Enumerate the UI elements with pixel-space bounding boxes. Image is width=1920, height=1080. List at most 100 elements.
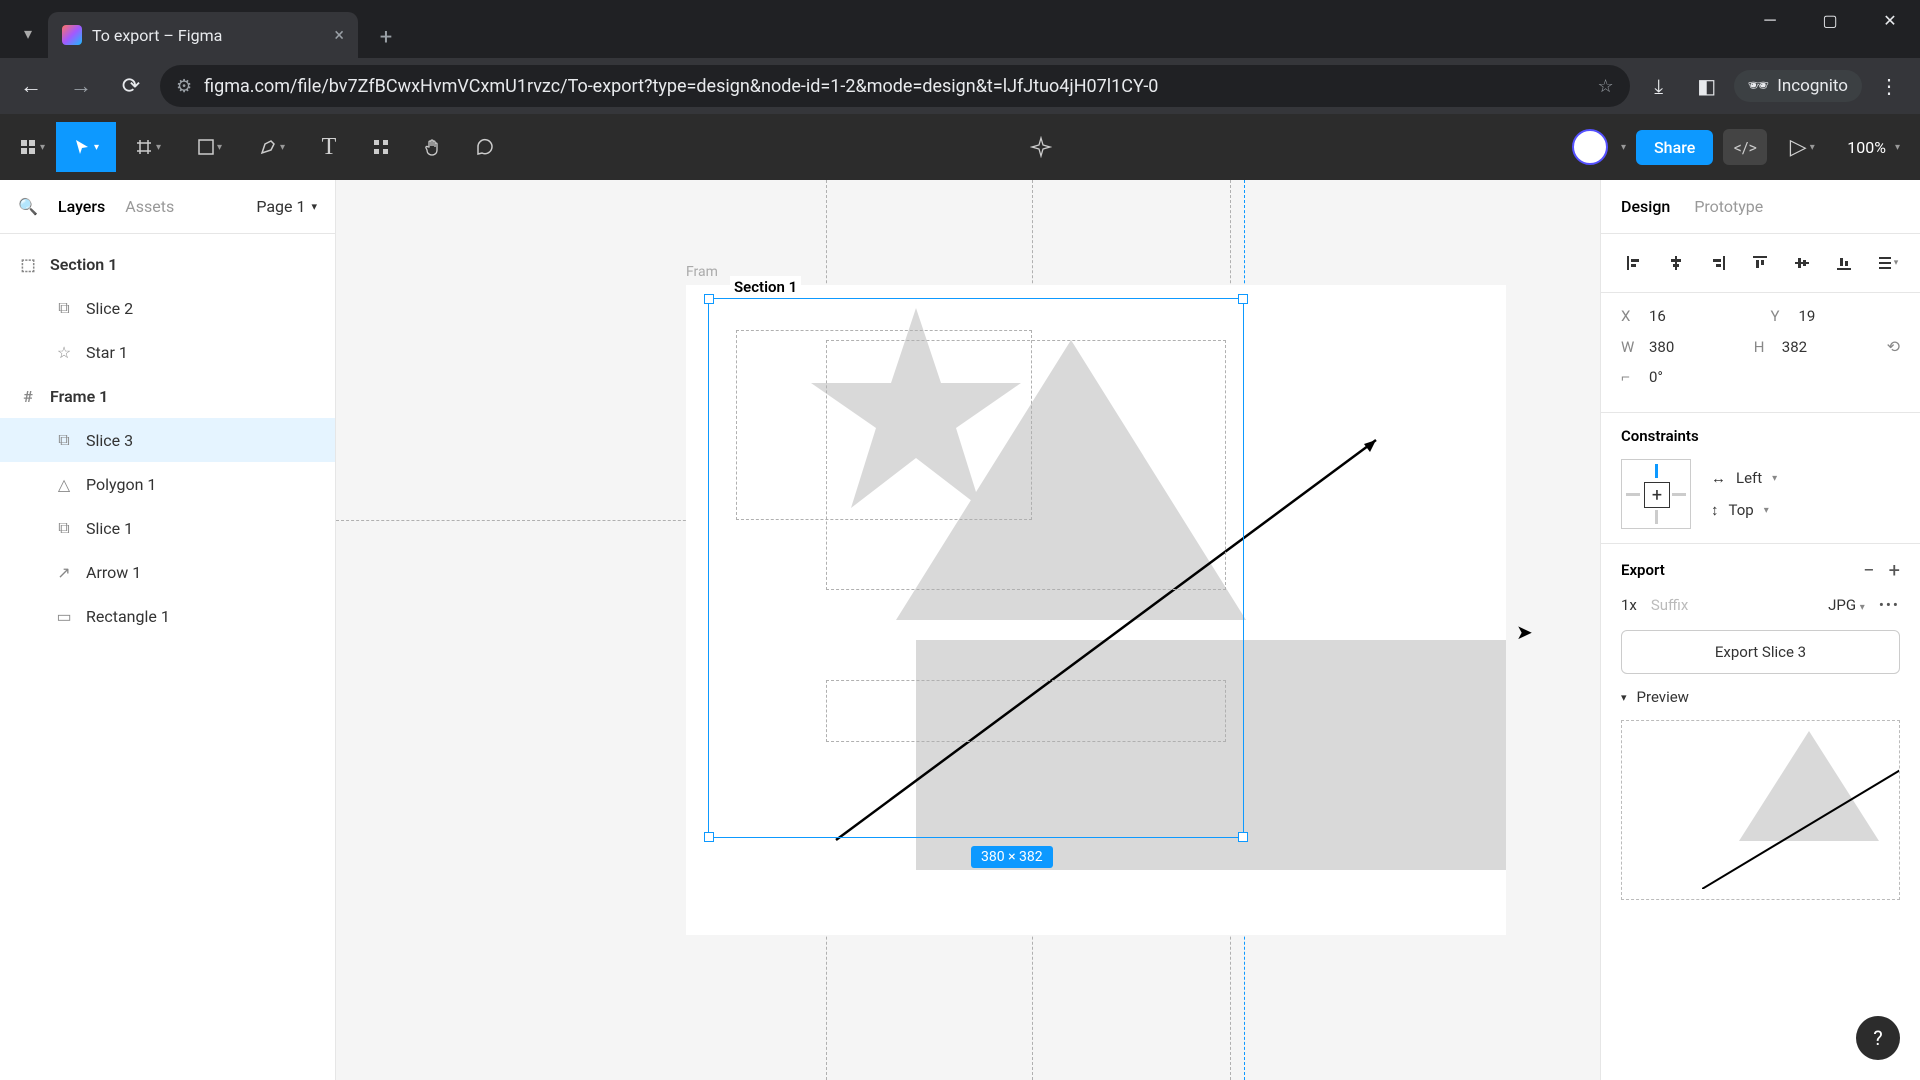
hand-tool[interactable] (408, 122, 458, 172)
align-bottom-button[interactable] (1827, 246, 1861, 280)
arrow-icon: ↗ (54, 562, 74, 582)
align-right-button[interactable] (1701, 246, 1735, 280)
move-tool[interactable]: ▾ (56, 122, 116, 172)
export-format-select[interactable]: JPG ▾ (1828, 596, 1865, 614)
star-icon: ☆ (54, 342, 74, 362)
export-suffix-input[interactable]: Suffix (1651, 596, 1814, 614)
minimize-window-button[interactable]: ─ (1740, 0, 1800, 40)
export-scale-select[interactable]: 1x (1621, 596, 1637, 614)
layer-slice2[interactable]: ⧉ Slice 2 (0, 286, 335, 330)
add-export-button[interactable]: + (1889, 558, 1900, 582)
present-button[interactable]: ▷▾ (1777, 122, 1827, 172)
resize-handle-tr[interactable] (1238, 294, 1248, 304)
downloads-icon[interactable]: ⤓ (1638, 65, 1680, 107)
rotation-field[interactable]: ⌐ 0° (1621, 368, 1900, 386)
link-dimensions-icon[interactable]: ⟲ (1887, 337, 1900, 356)
layer-slice3[interactable]: ⧉ Slice 3 (0, 418, 335, 462)
angle-icon: ⌐ (1621, 368, 1639, 386)
incognito-icon: 🕶 (1748, 76, 1770, 96)
user-avatar[interactable] (1572, 129, 1608, 165)
side-panel-icon[interactable]: ◧ (1686, 65, 1728, 107)
section-icon: ⬚ (18, 254, 38, 274)
page-selector[interactable]: Page 1 ▾ (256, 197, 317, 216)
dev-mode-toggle[interactable]: </> (1723, 129, 1767, 165)
pen-tool[interactable]: ▾ (242, 122, 302, 172)
layers-tab[interactable]: Layers (58, 197, 105, 216)
share-button[interactable]: Share (1636, 130, 1713, 165)
url-input[interactable]: ⚙ figma.com/file/bv7ZfBCwxHvmVCxmU1rvzc/… (160, 65, 1630, 107)
layer-arrow1[interactable]: ↗ Arrow 1 (0, 550, 335, 594)
search-layers-icon[interactable]: 🔍 (18, 197, 38, 216)
zoom-control[interactable]: 100% ▾ (1837, 138, 1910, 157)
selection-box[interactable] (708, 298, 1244, 838)
slice-icon: ⧉ (54, 518, 74, 538)
frame-tool[interactable]: ▾ (118, 122, 178, 172)
y-field[interactable]: Y 19 (1771, 307, 1901, 325)
resize-handle-tl[interactable] (704, 294, 714, 304)
x-field[interactable]: X 16 (1621, 307, 1751, 325)
layer-section1[interactable]: ⬚ Section 1 (0, 242, 335, 286)
layers-panel: 🔍 Layers Assets Page 1 ▾ ⬚ Section 1 ⧉ S… (0, 180, 336, 1080)
rectangle-icon: ▭ (54, 606, 74, 626)
avatar-dropdown-icon[interactable]: ▾ (1621, 142, 1626, 153)
figma-favicon-icon (62, 25, 82, 45)
align-top-button[interactable] (1743, 246, 1777, 280)
polygon-icon: △ (54, 474, 74, 494)
site-info-icon[interactable]: ⚙ (176, 76, 192, 97)
export-options-button[interactable]: ••• (1879, 596, 1900, 614)
prototype-tab[interactable]: Prototype (1694, 197, 1763, 216)
preview-toggle[interactable]: ▾ Preview (1621, 688, 1900, 706)
remove-export-button[interactable]: − (1863, 558, 1874, 582)
browser-tab-strip: ▾ To export – Figma × + ─ ▢ ✕ (0, 0, 1920, 58)
assets-tab[interactable]: Assets (125, 197, 174, 216)
shape-tool[interactable]: ▾ (180, 122, 240, 172)
guide-horizontal (336, 520, 706, 521)
export-button[interactable]: Export Slice 3 (1621, 630, 1900, 674)
height-field[interactable]: H 382 (1754, 338, 1867, 356)
layer-slice1[interactable]: ⧉ Slice 1 (0, 506, 335, 550)
new-tab-button[interactable]: + (368, 19, 404, 55)
figma-toolbar: ▾ ▾ ▾ ▾ ▾ T (0, 114, 1920, 180)
align-vcenter-button[interactable] (1785, 246, 1819, 280)
text-tool[interactable]: T (304, 122, 354, 172)
actions-button[interactable] (1016, 122, 1066, 172)
browser-tab-active[interactable]: To export – Figma × (48, 12, 358, 58)
maximize-window-button[interactable]: ▢ (1800, 0, 1860, 40)
align-hcenter-button[interactable] (1659, 246, 1693, 280)
cursor-icon: ➤ (1516, 620, 1533, 644)
forward-button[interactable]: → (60, 65, 102, 107)
frame-icon: # (18, 386, 38, 406)
layer-frame1[interactable]: # Frame 1 (0, 374, 335, 418)
browser-menu-icon[interactable]: ⋮ (1868, 65, 1910, 107)
incognito-label: Incognito (1777, 76, 1848, 96)
width-field[interactable]: W 380 (1621, 338, 1734, 356)
resize-handle-bl[interactable] (704, 832, 714, 842)
layer-rectangle1[interactable]: ▭ Rectangle 1 (0, 594, 335, 638)
incognito-badge[interactable]: 🕶 Incognito (1734, 70, 1862, 102)
canvas[interactable]: Fram Section 1 380 × 382 ➤ (336, 180, 1600, 1080)
layer-star1[interactable]: ☆ Star 1 (0, 330, 335, 374)
frame-label[interactable]: Fram (686, 264, 718, 280)
layer-polygon1[interactable]: △ Polygon 1 (0, 462, 335, 506)
close-window-button[interactable]: ✕ (1860, 0, 1920, 40)
close-tab-icon[interactable]: × (334, 25, 344, 46)
constraint-vertical-select[interactable]: ↕ Top ▾ (1711, 501, 1777, 519)
resources-tool[interactable] (356, 122, 406, 172)
back-button[interactable]: ← (10, 65, 52, 107)
constraint-horizontal-select[interactable]: ↔ Left ▾ (1711, 469, 1777, 487)
main-menu-button[interactable]: ▾ (10, 122, 54, 172)
url-text: figma.com/file/bv7ZfBCwxHvmVCxmU1rvzc/To… (204, 76, 1585, 97)
align-left-button[interactable] (1617, 246, 1651, 280)
tab-search-dropdown[interactable]: ▾ (8, 13, 48, 53)
comment-tool[interactable] (460, 122, 510, 172)
help-button[interactable]: ? (1856, 1016, 1900, 1060)
dimensions-badge: 380 × 382 (971, 846, 1053, 868)
bookmark-star-icon[interactable]: ☆ (1598, 76, 1614, 97)
constraint-widget[interactable]: + (1621, 459, 1691, 529)
resize-handle-br[interactable] (1238, 832, 1248, 842)
distribute-button[interactable]: ▾ (1870, 246, 1904, 280)
design-tab[interactable]: Design (1621, 197, 1670, 216)
browser-address-bar: ← → ⟳ ⚙ figma.com/file/bv7ZfBCwxHvmVCxmU… (0, 58, 1920, 114)
reload-button[interactable]: ⟳ (110, 65, 152, 107)
section-label[interactable]: Section 1 (730, 276, 801, 298)
